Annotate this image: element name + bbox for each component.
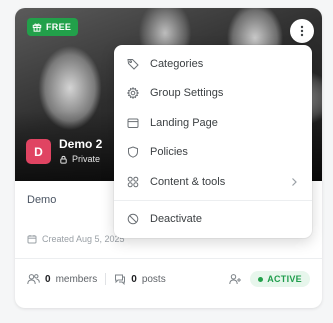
card-footer: 0 members 0 posts ACTIVE: [27, 270, 310, 288]
posts-icon: [115, 274, 126, 285]
members-icon: [27, 274, 40, 285]
calendar-icon: [27, 235, 37, 244]
gift-icon: [32, 23, 42, 32]
menu-item-label: Policies: [150, 146, 188, 159]
free-badge: FREE: [27, 18, 79, 36]
menu-item-label: Deactivate: [150, 213, 202, 226]
gear-icon: [127, 87, 139, 100]
chevron-right-icon: [292, 177, 297, 186]
status-label: ACTIVE: [267, 274, 302, 284]
created-date-text: Created Aug 5, 2025: [42, 234, 125, 244]
lock-icon: [60, 155, 67, 164]
add-member-icon[interactable]: [229, 273, 242, 285]
menu-item-label: Content & tools: [150, 175, 226, 188]
menu-item-label: Categories: [150, 57, 204, 70]
menu-item-label: Landing Page: [150, 116, 218, 129]
posts-stat: 0 posts: [114, 273, 166, 285]
stat-separator: [105, 273, 107, 285]
shield-icon: [128, 146, 138, 158]
members-count: 0: [45, 273, 51, 285]
privacy-text: Private: [72, 154, 101, 164]
status-badge: ACTIVE: [250, 271, 310, 287]
tag-icon: [127, 58, 139, 70]
menu-item-group-settings[interactable]: Group Settings: [114, 79, 312, 109]
ban-icon: [127, 213, 139, 225]
status-dot: [258, 276, 264, 282]
members-stat: 0 members: [27, 273, 97, 285]
menu-item-categories[interactable]: Categories: [114, 49, 312, 79]
free-badge-label: FREE: [46, 22, 72, 32]
posts-count: 0: [131, 273, 137, 285]
group-name[interactable]: Demo 2: [59, 137, 102, 151]
menu-divider: [114, 199, 312, 201]
kebab-icon: [300, 25, 304, 37]
grid-icon: [127, 176, 139, 188]
group-avatar: D: [26, 139, 51, 164]
created-date: Created Aug 5, 2025: [27, 234, 125, 244]
browser-window-icon: [127, 118, 139, 128]
more-options-button[interactable]: [290, 19, 314, 43]
footer-divider: [15, 258, 322, 259]
menu-item-content-tools[interactable]: Content & tools: [114, 167, 312, 197]
menu-item-deactivate[interactable]: Deactivate: [114, 205, 312, 235]
menu-item-landing-page[interactable]: Landing Page: [114, 108, 312, 138]
menu-item-policies[interactable]: Policies: [114, 138, 312, 168]
options-menu: Categories Group Settings Landing Page P…: [114, 45, 312, 238]
menu-item-label: Group Settings: [150, 87, 224, 100]
privacy-label: Private: [59, 154, 100, 164]
members-label: members: [55, 273, 98, 285]
posts-label: posts: [141, 273, 166, 285]
group-description: Demo: [27, 194, 57, 206]
